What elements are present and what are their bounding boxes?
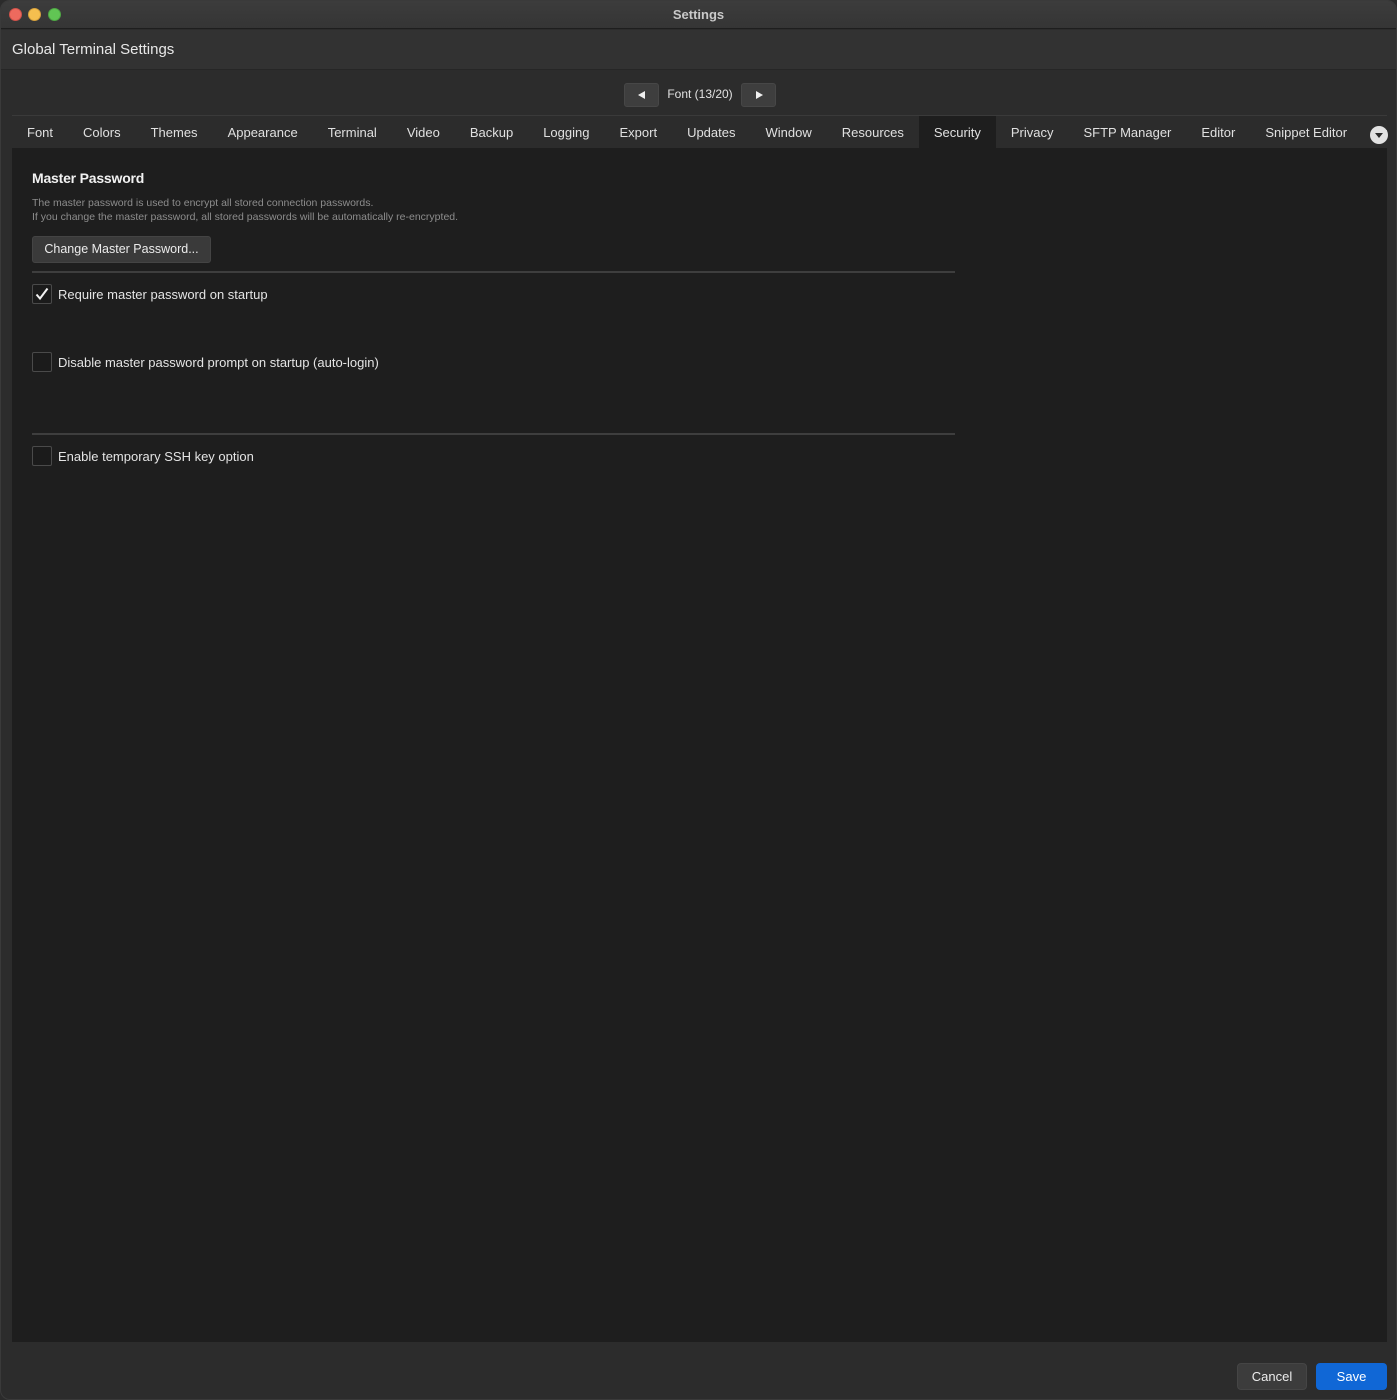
cancel-button[interactable]: Cancel [1237, 1363, 1307, 1390]
description-line: If you change the master password, all s… [32, 211, 459, 223]
temporary-ssh-key-checkbox[interactable] [32, 446, 52, 466]
divider [32, 433, 955, 435]
previous-tab-button[interactable] [624, 83, 659, 107]
save-button[interactable]: Save [1316, 1363, 1387, 1390]
tab-updates[interactable]: Updates [672, 116, 750, 148]
tab-terminal[interactable]: Terminal [313, 116, 392, 148]
tab-window[interactable]: Window [750, 116, 826, 148]
tab-privacy[interactable]: Privacy [996, 116, 1069, 148]
checkbox-label[interactable]: Require master password on startup [58, 287, 268, 302]
tab-editor[interactable]: Editor [1186, 116, 1250, 148]
tab-logging[interactable]: Logging [528, 116, 604, 148]
require-master-password-checkbox[interactable] [32, 284, 52, 304]
chevron-down-icon [1375, 133, 1383, 138]
tab-overflow-button[interactable] [1370, 126, 1388, 144]
change-master-password-button[interactable]: Change Master Password... [32, 236, 211, 263]
window-title: Settings [672, 7, 725, 22]
tab-appearance[interactable]: Appearance [213, 116, 313, 148]
divider [32, 271, 955, 273]
tab-themes[interactable]: Themes [136, 116, 213, 148]
tab-video[interactable]: Video [392, 116, 455, 148]
triangle-left-icon [637, 91, 645, 99]
tab-pager: Font (13/20) [1, 83, 1396, 107]
settings-window: Settings Global Terminal Settings Font (… [0, 0, 1397, 1400]
description-line: The master password is used to encrypt a… [32, 197, 374, 209]
title-bar[interactable]: Settings [1, 1, 1396, 29]
tab-resources[interactable]: Resources [827, 116, 919, 148]
triangle-right-icon [755, 91, 763, 99]
checkbox-label[interactable]: Disable master password prompt on startu… [58, 355, 379, 370]
disable-master-password-prompt-option[interactable]: Disable master password prompt on startu… [32, 352, 379, 372]
tab-colors[interactable]: Colors [68, 116, 136, 148]
settings-header: Global Terminal Settings [1, 30, 1396, 70]
checkmark-icon [35, 287, 49, 301]
page-title: Global Terminal Settings [12, 41, 175, 58]
tab-backup[interactable]: Backup [455, 116, 528, 148]
temporary-ssh-key-option[interactable]: Enable temporary SSH key option [32, 446, 254, 466]
tab-security[interactable]: Security [918, 116, 996, 148]
tab-sftp-manager[interactable]: SFTP Manager [1068, 116, 1186, 148]
tab-snippet-editor[interactable]: Snippet Editor [1250, 116, 1362, 148]
disable-master-password-prompt-checkbox[interactable] [32, 352, 52, 372]
pager-label: Font (13/20) [667, 87, 733, 101]
tab-font[interactable]: Font [12, 116, 68, 148]
next-tab-button[interactable] [741, 83, 776, 107]
section-title: Master Password [32, 170, 145, 186]
settings-tab-bar: Font Colors Themes Appearance Terminal Video B… [12, 115, 1387, 148]
tab-export[interactable]: Export [604, 116, 672, 148]
tab-list: Font Colors Themes Appearance Terminal Video B… [12, 116, 1387, 148]
security-panel: Master Password The master password is u… [12, 148, 1387, 1342]
checkbox-label[interactable]: Enable temporary SSH key option [58, 449, 254, 464]
require-master-password-option[interactable]: Require master password on startup [32, 284, 268, 304]
